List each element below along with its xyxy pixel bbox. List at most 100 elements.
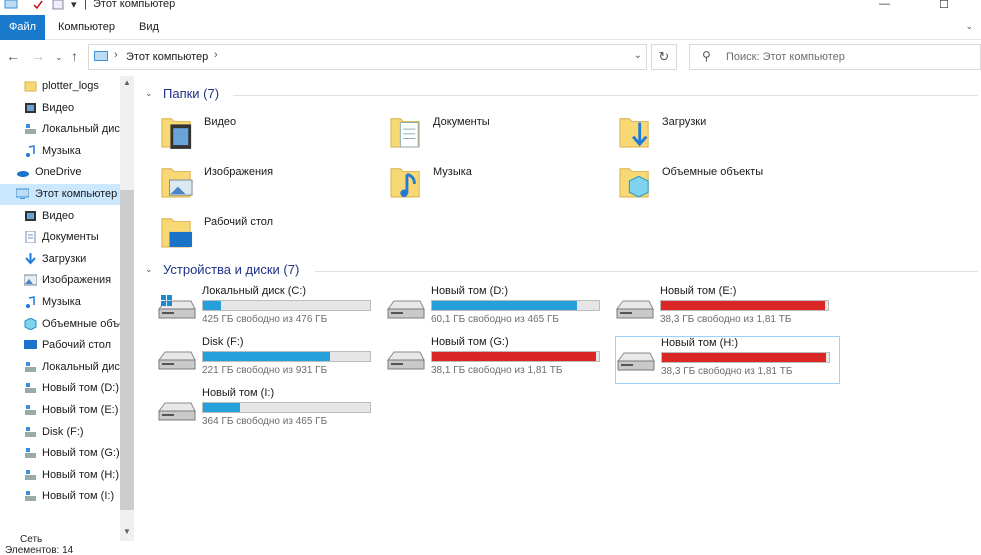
drive-usage-fill xyxy=(432,352,596,361)
tab-computer[interactable]: Компьютер xyxy=(58,15,115,40)
folder-item[interactable]: Изображения xyxy=(161,162,386,210)
nav-item[interactable]: Объемные объе xyxy=(0,314,120,335)
folder-icon xyxy=(24,81,37,92)
nav-item[interactable]: OneDrive xyxy=(0,162,120,183)
nav-item[interactable]: Локальный дис xyxy=(0,357,120,378)
scroll-thumb[interactable] xyxy=(120,190,134,510)
breadcrumb-chevron-icon[interactable]: › xyxy=(114,49,118,61)
drive-name: Новый том (E:) xyxy=(660,285,737,297)
drives-group-title: Устройства и диски (7) xyxy=(163,262,300,277)
title-separator: | xyxy=(84,0,87,10)
pictures-icon xyxy=(24,274,37,286)
nav-item[interactable]: Видео xyxy=(0,98,120,119)
drive-item[interactable]: Новый том (D:) 60,1 ГБ свободно из 465 ГБ xyxy=(386,285,611,333)
nav-item-label: plotter_logs xyxy=(42,80,99,92)
drive-item[interactable]: Локальный диск (C:) 425 ГБ свободно из 47… xyxy=(157,285,382,333)
video-icon xyxy=(25,102,36,113)
folder-item[interactable]: Загрузки xyxy=(619,112,844,160)
nav-item-label: Новый том (I:) xyxy=(42,490,115,503)
documents-icon xyxy=(25,231,36,244)
breadcrumb[interactable]: Этот компьютер xyxy=(126,51,208,63)
nav-item-label: Этот компьютер xyxy=(35,188,118,200)
forward-arrow-icon[interactable]: → xyxy=(31,48,45,64)
nav-item[interactable]: Музыка xyxy=(0,292,120,313)
address-bar[interactable]: › Этот компьютер › ⌄ xyxy=(88,44,647,70)
drive-item[interactable]: Новый том (E:) 38,3 ГБ свободно из 1,81 Т… xyxy=(615,285,840,333)
scroll-up-icon[interactable]: ▲ xyxy=(123,78,131,87)
tab-file[interactable]: Файл xyxy=(0,15,45,40)
nav-item[interactable]: Новый том (D:) xyxy=(0,378,120,399)
drive-item[interactable]: Новый том (G:) 38,1 ГБ свободно из 1,81 Т… xyxy=(386,336,611,384)
nav-item[interactable]: Disk (F:) xyxy=(0,422,120,443)
search-input[interactable]: ⚲ Поиск: Этот компьютер xyxy=(689,44,981,70)
nav-item-label: Новый том (G:) xyxy=(42,447,120,460)
up-arrow-icon[interactable]: ↑ xyxy=(71,48,78,64)
folder-item[interactable]: Видео xyxy=(161,112,386,160)
properties-icon[interactable] xyxy=(32,0,44,10)
drive-usage-bar xyxy=(431,300,600,311)
onedrive-icon xyxy=(17,171,29,178)
folder-item[interactable]: Документы xyxy=(390,112,615,160)
drive-icon xyxy=(25,448,36,459)
drive-icon xyxy=(387,351,425,370)
folder-item[interactable]: Музыка xyxy=(390,162,615,210)
new-folder-icon[interactable] xyxy=(52,0,64,10)
folders-group-header[interactable]: ⌄ Папки (7) xyxy=(143,85,978,105)
nav-item-label: Документы xyxy=(42,231,99,244)
navpane-scrollbar[interactable]: ▲ ▼ xyxy=(120,76,134,541)
nav-item[interactable]: Видео xyxy=(0,206,120,227)
search-placeholder: Поиск: Этот компьютер xyxy=(726,51,845,63)
folder-item[interactable]: Объемные объекты xyxy=(619,162,844,210)
folder-item[interactable]: Рабочий стол xyxy=(161,212,386,260)
back-arrow-icon[interactable]: ← xyxy=(6,48,20,64)
nav-item[interactable]: Новый том (I:) xyxy=(0,486,120,507)
nav-item[interactable]: Рабочий стол xyxy=(0,335,120,356)
drive-name: Новый том (G:) xyxy=(431,336,509,348)
drive-usage-bar xyxy=(202,300,371,311)
nav-item[interactable]: Локальный дис xyxy=(0,119,120,140)
navigation-row: ← → ⌄ ↑ › Этот компьютер › ⌄ ↻ ⚲ Поиск: … xyxy=(0,41,981,73)
drive-item[interactable]: Disk (F:) 221 ГБ свободно из 931 ГБ xyxy=(157,336,382,384)
drive-usage-bar xyxy=(202,402,371,413)
ribbon-expand-icon[interactable]: ⌄ xyxy=(965,21,973,32)
drive-free-space: 60,1 ГБ свободно из 465 ГБ xyxy=(431,314,559,325)
video-folder-icon xyxy=(161,118,192,149)
drives-group-header[interactable]: ⌄ Устройства и диски (7) xyxy=(143,261,978,281)
folder-name: Документы xyxy=(433,116,490,128)
nav-item[interactable]: Музыка xyxy=(0,141,120,162)
nav-item[interactable]: plotter_logs xyxy=(0,76,120,97)
recent-locations-icon[interactable]: ⌄ xyxy=(55,52,63,63)
nav-item-label: Загрузки xyxy=(42,252,87,265)
quick-access-dropdown-icon[interactable]: ▾ xyxy=(71,0,77,11)
desktop-icon xyxy=(24,340,37,350)
drive-item[interactable]: Новый том (H:) 38,3 ГБ свободно из 1,81 Т… xyxy=(615,336,840,384)
minimize-icon[interactable]: — xyxy=(879,0,890,10)
nav-item-label: Музыка xyxy=(42,144,81,157)
nav-item[interactable]: Этот компьютер xyxy=(0,184,120,205)
collapse-chevron-icon[interactable]: ⌄ xyxy=(145,264,153,275)
music-icon xyxy=(26,296,35,308)
breadcrumb-chevron-icon[interactable]: › xyxy=(214,49,218,61)
video-icon xyxy=(25,210,36,221)
tab-view[interactable]: Вид xyxy=(139,15,159,40)
nav-item-network[interactable]: Сеть xyxy=(20,534,42,545)
drive-usage-fill xyxy=(203,301,222,310)
computer-icon xyxy=(4,0,18,9)
nav-item[interactable]: Новый том (G:) xyxy=(0,443,120,464)
nav-item[interactable]: Новый том (E:) xyxy=(0,400,120,421)
nav-item[interactable]: Загрузки xyxy=(0,249,120,270)
nav-item[interactable]: Новый том (H:) xyxy=(0,465,120,486)
refresh-icon: ↻ xyxy=(658,49,670,64)
content-pane: ⌄ Папки (7) Видео Документы Загрузки Изобра… xyxy=(137,76,981,541)
scroll-down-icon[interactable]: ▼ xyxy=(123,527,131,536)
3d-objects-icon xyxy=(24,317,37,330)
nav-item[interactable]: Изображения xyxy=(0,270,120,291)
address-dropdown-icon[interactable]: ⌄ xyxy=(634,50,642,61)
drive-name: Локальный диск (C:) xyxy=(202,285,307,297)
maximize-icon[interactable]: ☐ xyxy=(939,0,949,11)
drive-free-space: 364 ГБ свободно из 465 ГБ xyxy=(202,416,328,427)
drive-item[interactable]: Новый том (I:) 364 ГБ свободно из 465 ГБ xyxy=(157,387,382,435)
collapse-chevron-icon[interactable]: ⌄ xyxy=(145,88,153,99)
refresh-button[interactable]: ↻ xyxy=(651,44,677,70)
nav-item[interactable]: Документы xyxy=(0,227,120,248)
